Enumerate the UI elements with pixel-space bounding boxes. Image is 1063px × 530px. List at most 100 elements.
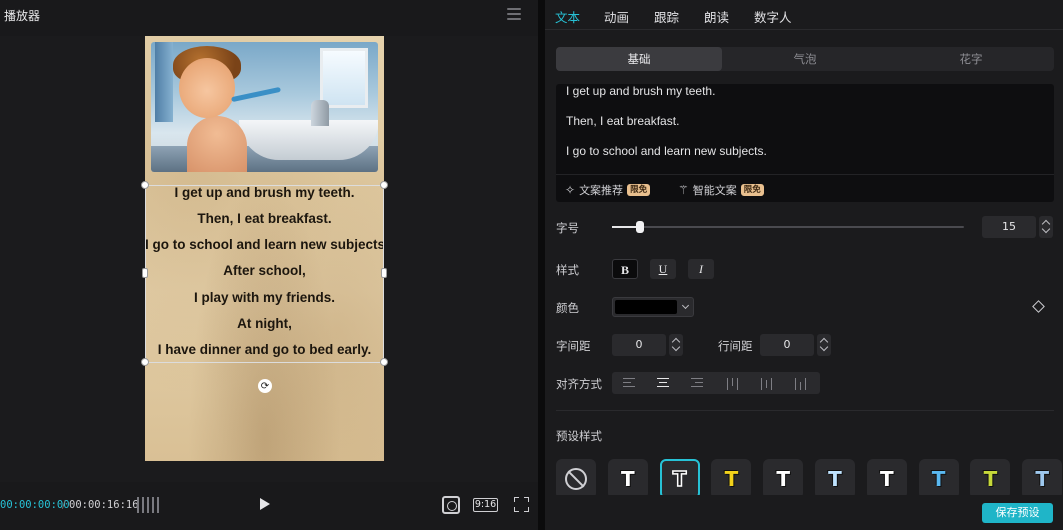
smart-copy-label: 智能文案 <box>692 184 737 197</box>
subtab-bubble[interactable]: 气泡 <box>722 47 888 71</box>
tab-digital-human[interactable]: 数字人 <box>754 7 792 26</box>
properties-panel: 文本 动画 跟踪 朗读 数字人 基础 气泡 花字 I get up and br… <box>545 0 1063 530</box>
timeline-grid-icon[interactable] <box>137 497 159 513</box>
smart-copy-button[interactable]: ⚚ 智能文案 限免 <box>678 182 764 198</box>
player-panel: 播放器 I get up and brush my teeth. Then, I… <box>0 0 538 530</box>
sparkle-icon: ✧ <box>565 183 576 197</box>
magic-wand-icon: ⚚ <box>678 183 689 197</box>
preset-style-tile[interactable]: T <box>918 459 959 495</box>
preview-canvas[interactable]: I get up and brush my teeth. Then, I eat… <box>0 36 538 482</box>
keyframe-diamond-icon[interactable] <box>1032 300 1045 313</box>
subtab-basic[interactable]: 基础 <box>556 47 722 71</box>
time-separator: / <box>62 499 66 511</box>
resize-handle-bottom-right[interactable] <box>380 358 388 366</box>
align-right-button[interactable] <box>680 372 714 394</box>
font-size-slider[interactable] <box>612 221 964 233</box>
bold-button[interactable]: B <box>612 259 638 279</box>
line-spacing-label: 行间距 <box>718 339 753 353</box>
resize-handle-top-right[interactable] <box>380 181 388 189</box>
preset-style-tile[interactable]: T <box>815 459 855 495</box>
resize-handle-left[interactable] <box>142 268 148 278</box>
italic-button[interactable]: I <box>688 259 714 279</box>
font-size-slider-handle[interactable] <box>636 221 644 233</box>
resize-handle-top-left[interactable] <box>141 181 149 189</box>
text-style-t-icon: T <box>983 467 998 491</box>
letter-spacing-input[interactable]: 0 <box>612 334 666 356</box>
player-title: 播放器 <box>4 9 41 23</box>
preset-style-tile[interactable]: T <box>763 459 804 495</box>
fullscreen-icon[interactable] <box>514 497 529 512</box>
playback-bar: 00:00:00:00 / 00:00:16:16 9:16 <box>0 482 538 530</box>
rotate-handle-icon[interactable]: ⟳ <box>258 379 272 393</box>
resize-handle-right[interactable] <box>381 268 387 278</box>
focus-icon[interactable] <box>442 496 460 514</box>
text-style-t-icon: T <box>776 467 791 491</box>
align-vertical-bottom-button[interactable] <box>784 372 818 394</box>
preset-style-tile[interactable]: T <box>659 459 700 495</box>
recommend-copy-label: 文案推荐 <box>579 184 624 197</box>
preset-styles-label: 预设样式 <box>556 429 602 443</box>
line-spacing-input[interactable]: 0 <box>760 334 814 356</box>
text-style-t-icon: T <box>1035 467 1050 491</box>
align-center-button[interactable] <box>646 372 680 394</box>
letter-spacing-stepper[interactable] <box>669 334 683 356</box>
alignment-label: 对齐方式 <box>556 377 602 391</box>
alignment-group <box>612 372 820 394</box>
save-preset-button[interactable]: 保存预设 <box>982 503 1053 523</box>
text-selection-box[interactable] <box>145 185 384 363</box>
letter-spacing-label: 字间距 <box>556 339 591 353</box>
current-time: 00:00:00:00 <box>0 499 70 511</box>
underline-button[interactable]: U <box>650 259 676 279</box>
total-time: 00:00:16:16 <box>69 499 139 511</box>
free-badge: 限免 <box>740 184 764 196</box>
font-size-label: 字号 <box>556 221 579 235</box>
subtab-fancy-text[interactable]: 花字 <box>888 47 1054 71</box>
text-tools-bar: ✧ 文案推荐 限免 ⚚ 智能文案 限免 <box>556 174 1054 202</box>
align-left-button[interactable] <box>612 372 646 394</box>
menu-icon[interactable] <box>507 8 521 20</box>
font-size-input[interactable]: 15 <box>982 216 1036 238</box>
style-label: 样式 <box>556 263 579 277</box>
player-header: 播放器 <box>0 0 538 30</box>
free-badge: 限免 <box>627 184 651 196</box>
preset-style-tile[interactable]: T <box>607 459 648 495</box>
recommend-copy-button[interactable]: ✧ 文案推荐 限免 <box>565 182 651 198</box>
line-spacing-stepper[interactable] <box>817 334 831 356</box>
text-style-t-icon: T <box>620 467 635 491</box>
chevron-down-icon <box>681 301 690 310</box>
resize-handle-bottom-left[interactable] <box>141 358 149 366</box>
color-label: 颜色 <box>556 301 579 315</box>
align-vertical-center-button[interactable] <box>750 372 784 394</box>
font-size-slider-fill <box>612 226 638 228</box>
color-picker[interactable] <box>612 297 694 317</box>
color-swatch-fill <box>615 300 677 314</box>
text-content-line: Then, I eat breakfast. <box>566 114 680 128</box>
tab-animation[interactable]: 动画 <box>604 7 629 26</box>
text-style-t-icon: T <box>879 467 894 491</box>
tab-tracking[interactable]: 跟踪 <box>654 7 679 26</box>
text-style-t-icon: T <box>724 467 739 491</box>
section-divider <box>556 410 1054 411</box>
align-vertical-top-button[interactable] <box>716 372 750 394</box>
text-content-line: I get up and brush my teeth. <box>566 84 716 98</box>
text-content-line: I go to school and learn new subjects. <box>566 144 767 158</box>
no-style-icon <box>565 468 587 490</box>
properties-tabs: 文本 动画 跟踪 朗读 数字人 <box>545 0 1063 30</box>
text-content-input[interactable]: I get up and brush my teeth. Then, I eat… <box>556 84 1054 202</box>
play-icon[interactable] <box>260 498 270 510</box>
preset-style-tile[interactable]: T <box>866 459 907 495</box>
panel-divider[interactable] <box>538 0 545 530</box>
tab-read-aloud[interactable]: 朗读 <box>704 7 729 26</box>
font-size-stepper[interactable] <box>1039 216 1053 238</box>
preset-none[interactable] <box>556 459 596 495</box>
aspect-ratio-button[interactable]: 9:16 <box>473 498 498 512</box>
preset-style-tile[interactable]: T <box>711 459 752 495</box>
video-frame[interactable]: I get up and brush my teeth. Then, I eat… <box>145 36 384 461</box>
boy-brushing-teeth-image <box>151 42 378 172</box>
panel-footer: 保存预设 <box>545 495 1063 530</box>
tab-text[interactable]: 文本 <box>555 7 580 26</box>
preset-style-tile[interactable]: T <box>970 459 1011 495</box>
text-subtabs: 基础 气泡 花字 <box>556 47 1054 71</box>
text-style-t-icon: T <box>931 467 946 491</box>
preset-style-tile[interactable]: T <box>1022 459 1063 495</box>
